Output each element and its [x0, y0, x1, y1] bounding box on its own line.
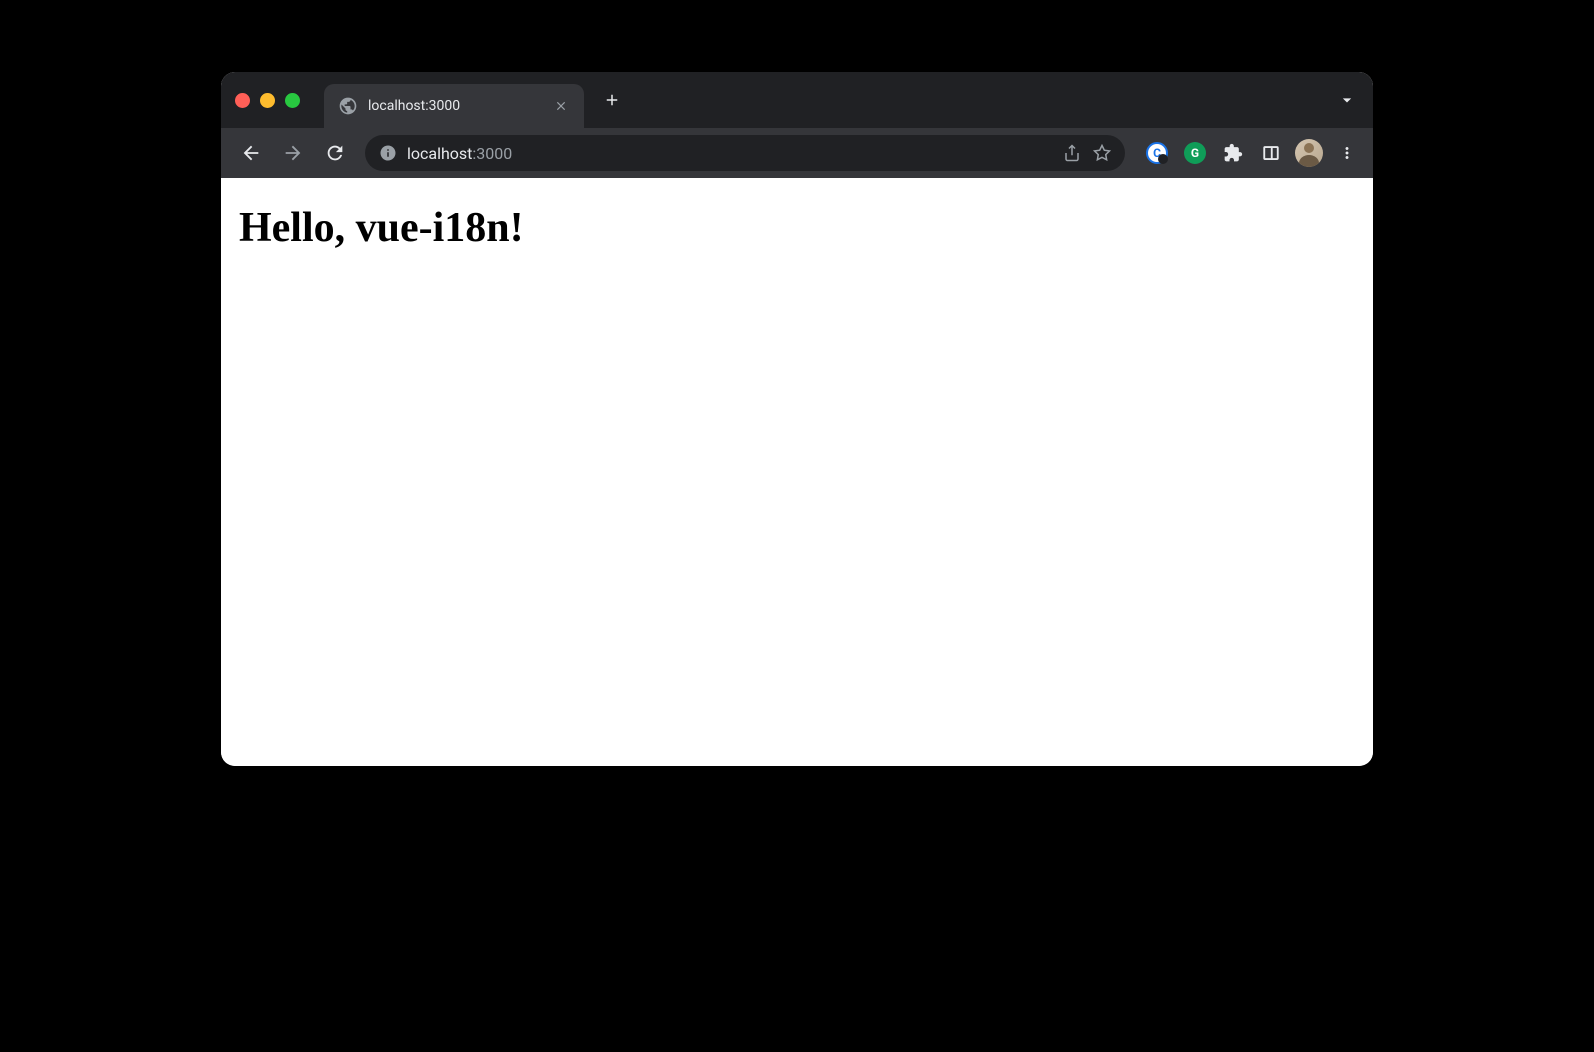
page-heading: Hello, vue-i18n!: [239, 204, 1355, 252]
menu-button[interactable]: [1333, 139, 1361, 167]
share-icon[interactable]: [1063, 144, 1081, 162]
globe-icon: [338, 96, 358, 116]
reload-button[interactable]: [317, 135, 353, 171]
side-panel-button[interactable]: [1257, 139, 1285, 167]
close-window-button[interactable]: [235, 93, 250, 108]
tab-title: localhost:3000: [368, 98, 542, 114]
extension-2-badge: G: [1184, 142, 1206, 164]
extensions-button[interactable]: [1219, 139, 1247, 167]
address-bar[interactable]: localhost:3000: [365, 135, 1125, 171]
extension-1-badge: C: [1146, 142, 1168, 164]
extension-2[interactable]: G: [1181, 139, 1209, 167]
close-tab-button[interactable]: [552, 97, 570, 115]
titlebar: localhost:3000: [221, 72, 1373, 128]
profile-avatar[interactable]: [1295, 139, 1323, 167]
url-host: localhost: [407, 144, 472, 163]
url-text: localhost:3000: [407, 144, 1053, 163]
window-controls: [235, 93, 300, 108]
forward-button[interactable]: [275, 135, 311, 171]
url-port: :3000: [472, 144, 512, 163]
back-button[interactable]: [233, 135, 269, 171]
new-tab-button[interactable]: [598, 86, 626, 114]
toolbar: localhost:3000 C G: [221, 128, 1373, 178]
page-content: Hello, vue-i18n!: [221, 178, 1373, 766]
tab-search-button[interactable]: [1335, 88, 1359, 112]
browser-tab[interactable]: localhost:3000: [324, 84, 584, 128]
maximize-window-button[interactable]: [285, 93, 300, 108]
site-info-icon[interactable]: [379, 144, 397, 162]
minimize-window-button[interactable]: [260, 93, 275, 108]
bookmark-icon[interactable]: [1093, 144, 1111, 162]
browser-window: localhost:3000 localh: [221, 72, 1373, 766]
extension-1[interactable]: C: [1143, 139, 1171, 167]
